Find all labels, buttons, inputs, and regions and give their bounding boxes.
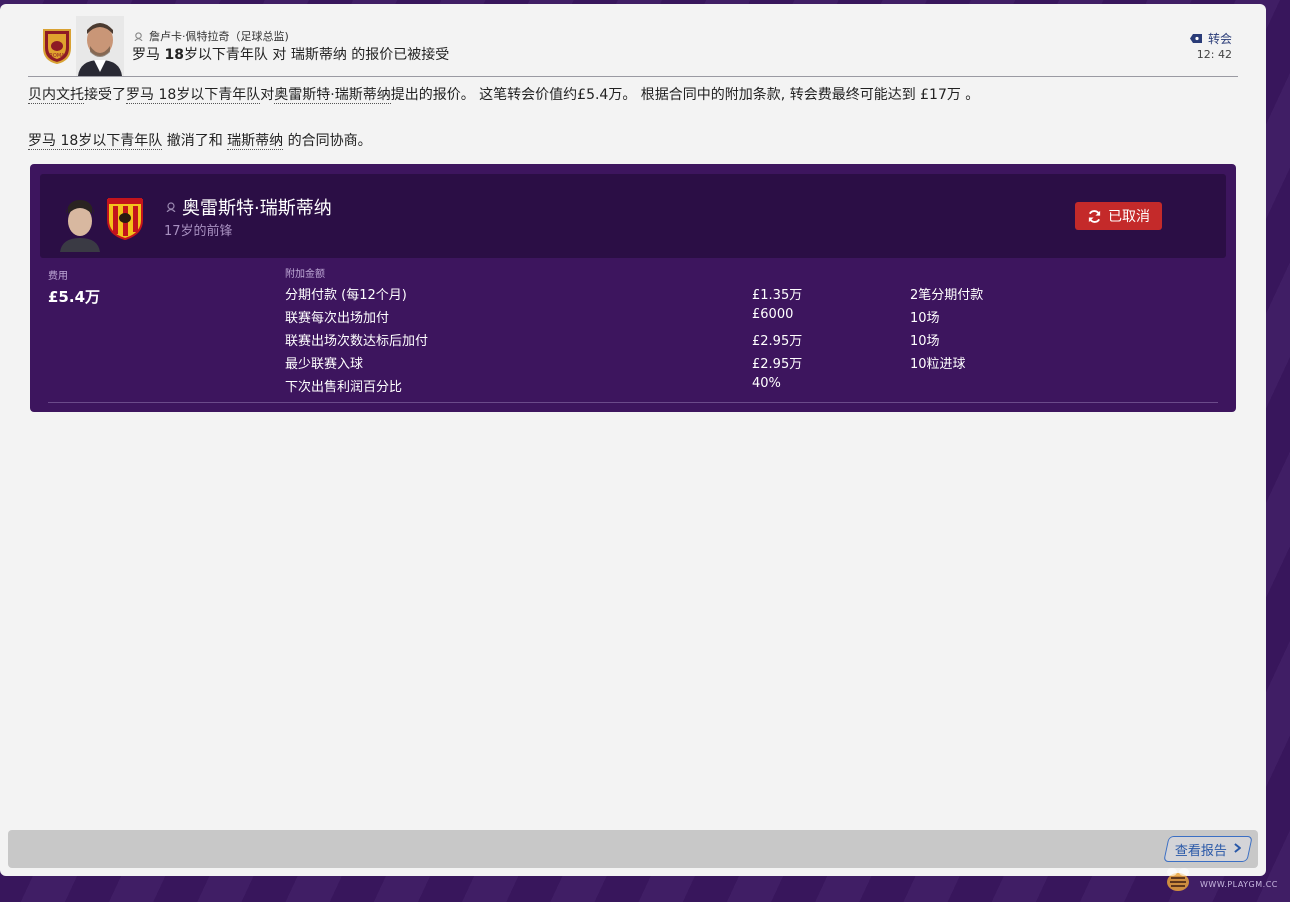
tag-icon bbox=[1189, 34, 1202, 43]
player-description: 17岁的前锋 bbox=[164, 224, 233, 239]
roma-crest-icon: ROMA bbox=[43, 29, 71, 64]
cancelled-status-button[interactable]: 已取消 bbox=[1075, 202, 1162, 230]
subject-rest: 岁以下青年队 对 瑞斯蒂纳 的报价已被接受 bbox=[183, 47, 450, 63]
player-name-text[interactable]: 奥雷斯特·瑞斯蒂纳 bbox=[182, 194, 332, 220]
extra-condition: 10粒进球 bbox=[910, 357, 966, 372]
extra-amount: 40% bbox=[752, 376, 781, 391]
extra-condition: 10场 bbox=[910, 311, 940, 326]
person-icon bbox=[134, 31, 143, 41]
text-to: 对 bbox=[260, 87, 275, 103]
extra-amount: £6000 bbox=[752, 307, 794, 322]
club-link-benevento[interactable]: 贝内文托 bbox=[28, 87, 84, 104]
extras-row: 联赛出场次数达标后加付 £2.95万 10场 bbox=[30, 330, 1236, 353]
sender-name[interactable]: 詹卢卡·佩特拉奇（足球总监) bbox=[149, 28, 289, 44]
status-label: 已取消 bbox=[1108, 209, 1150, 225]
extra-amount: £2.95万 bbox=[752, 357, 803, 372]
extras-label: 附加金额 bbox=[285, 269, 325, 280]
message-header: ROMA 詹卢卡·佩特拉奇（足球总监) 罗马 18岁以下青年队 对 瑞斯蒂纳 的… bbox=[28, 12, 1238, 77]
extras-row: 下次出售利润百分比 40% bbox=[30, 376, 1236, 399]
subject-age: 18 bbox=[164, 47, 184, 63]
transfer-card: 奥雷斯特·瑞斯蒂纳 17岁的前锋 已取消 费用 £5.4万 附加金额 分期付款 … bbox=[30, 164, 1236, 412]
text-accepted: 接受了 bbox=[84, 87, 126, 103]
refresh-icon bbox=[1088, 209, 1101, 223]
club-link-roma-u18-2[interactable]: 罗马 18岁以下青年队 bbox=[28, 133, 163, 150]
category-tag: 转会 bbox=[1189, 30, 1232, 47]
player-face bbox=[60, 196, 100, 252]
footer-bar bbox=[8, 830, 1258, 868]
report-label: 查看报告 bbox=[1175, 843, 1228, 859]
view-report-button[interactable]: 查看报告 bbox=[1163, 836, 1253, 862]
extra-condition: 10场 bbox=[910, 334, 940, 349]
extra-condition: 2笔分期付款 bbox=[910, 288, 984, 303]
chevron-right-icon bbox=[1233, 842, 1242, 857]
paragraph-offer: 贝内文托接受了罗马 18岁以下青年队对奥雷斯特·瑞斯蒂纳提出的报价。 这笔转会价… bbox=[28, 84, 979, 104]
benevento-crest-icon bbox=[107, 198, 143, 240]
player-link-2[interactable]: 瑞斯蒂纳 bbox=[227, 133, 284, 150]
person-icon bbox=[166, 202, 176, 212]
player-name: 奥雷斯特·瑞斯蒂纳 bbox=[166, 194, 332, 220]
extra-name: 下次出售利润百分比 bbox=[285, 380, 403, 395]
card-divider bbox=[48, 402, 1218, 403]
director-avatar bbox=[76, 16, 124, 76]
message-subject: 罗马 18岁以下青年队 对 瑞斯蒂纳 的报价已被接受 bbox=[132, 44, 449, 64]
extra-name: 联赛出场次数达标后加付 bbox=[285, 334, 429, 349]
category-label: 转会 bbox=[1207, 32, 1232, 46]
subject-team-part: 罗马 bbox=[132, 47, 165, 63]
watermark-bee-icon bbox=[1167, 868, 1189, 891]
extras-row: 联赛每次出场加付 £6000 10场 bbox=[30, 307, 1236, 330]
extra-name: 分期付款 (每12个月) bbox=[285, 288, 407, 303]
fee-label: 费用 bbox=[48, 271, 68, 282]
watermark-text: WWW.PLAYGM.CC bbox=[1200, 880, 1278, 889]
extras-row: 分期付款 (每12个月) £1.35万 2笔分期付款 bbox=[30, 284, 1236, 307]
extra-name: 联赛每次出场加付 bbox=[285, 311, 390, 326]
text-negotiation: 的合同协商。 bbox=[283, 133, 372, 149]
sender-line: 詹卢卡·佩特拉奇（足球总监) bbox=[134, 28, 289, 44]
svg-text:ROMA: ROMA bbox=[49, 53, 65, 59]
paragraph-cancel: 罗马 18岁以下青年队 撤消了和 瑞斯蒂纳 的合同协商。 bbox=[28, 130, 372, 150]
extras-row: 最少联赛入球 £2.95万 10粒进球 bbox=[30, 353, 1236, 376]
text-offer-details: 提出的报价。 这笔转会价值约£5.4万。 根据合同中的附加条款, 转会费最终可能… bbox=[390, 87, 980, 103]
player-header: 奥雷斯特·瑞斯蒂纳 17岁的前锋 已取消 bbox=[40, 174, 1226, 258]
text-withdrew: 撤消了和 bbox=[162, 133, 228, 149]
extra-name: 最少联赛入球 bbox=[285, 357, 364, 372]
message-panel: ROMA 詹卢卡·佩特拉奇（足球总监) 罗马 18岁以下青年队 对 瑞斯蒂纳 的… bbox=[0, 4, 1266, 876]
club-link-roma-u18[interactable]: 罗马 18岁以下青年队 bbox=[126, 87, 261, 104]
message-time: 12: 42 bbox=[1196, 48, 1232, 61]
extra-amount: £2.95万 bbox=[752, 334, 803, 349]
player-link[interactable]: 奥雷斯特·瑞斯蒂纳 bbox=[274, 87, 391, 104]
extra-amount: £1.35万 bbox=[752, 288, 803, 303]
